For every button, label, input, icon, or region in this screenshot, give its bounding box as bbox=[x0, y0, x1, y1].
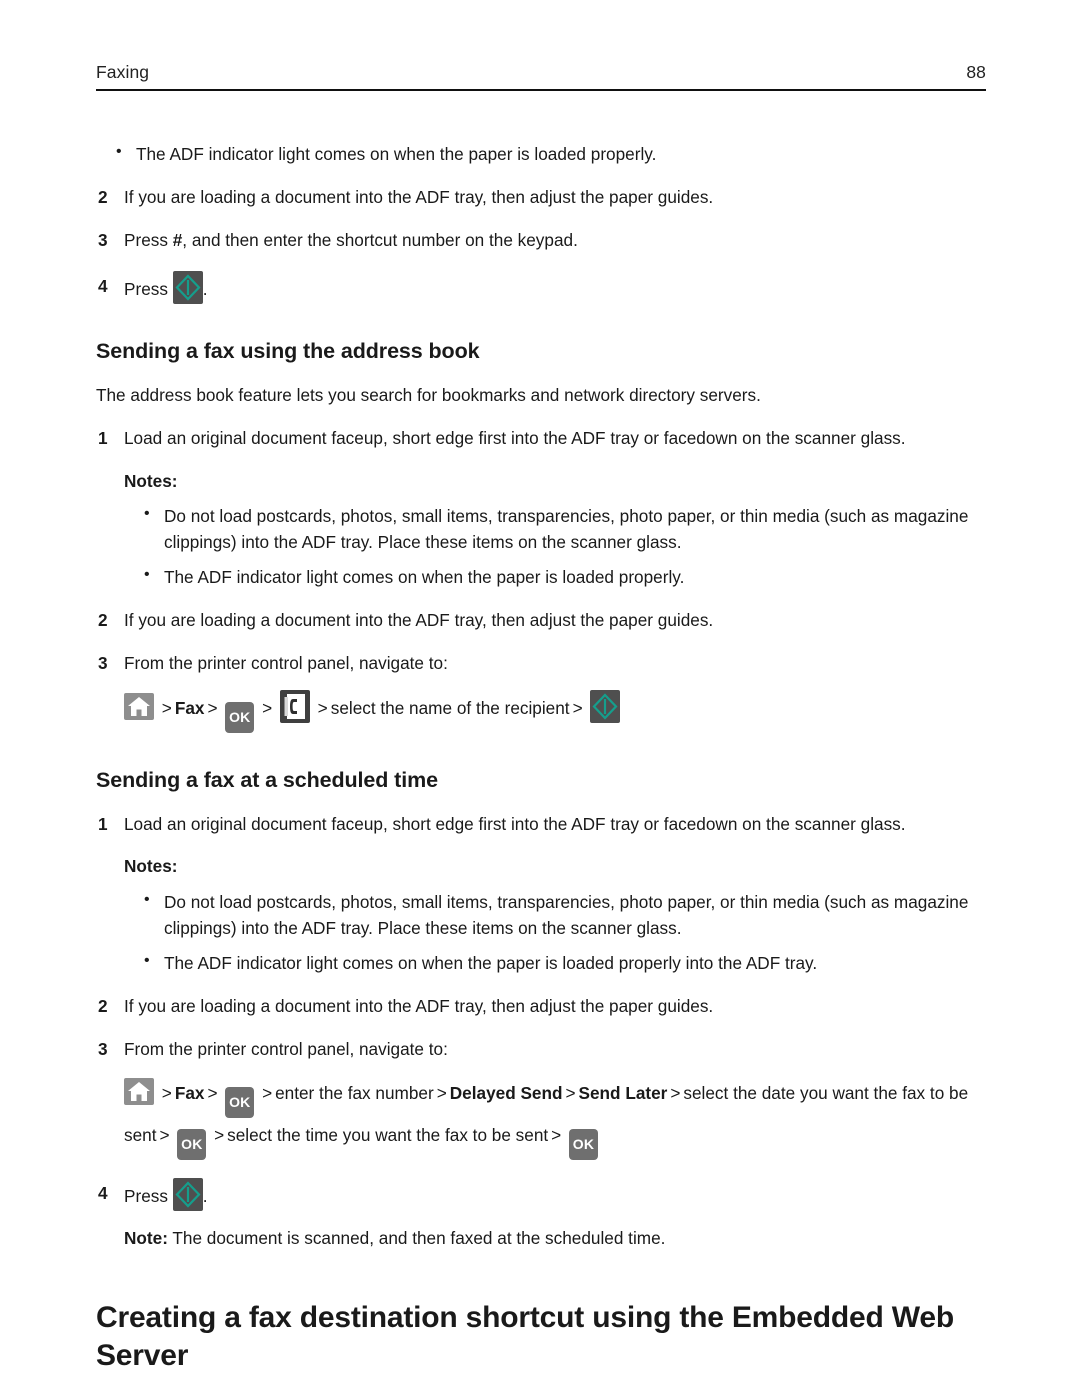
start-icon[interactable] bbox=[172, 1178, 203, 1212]
ok-button-icon[interactable]: OK bbox=[569, 1129, 598, 1161]
path-separator: > bbox=[670, 1083, 681, 1104]
list-item: 1 Load an original document faceup, shor… bbox=[96, 425, 996, 590]
chapter-intro-text: Assign a shortcut number to a single fax… bbox=[96, 1391, 996, 1397]
ok-button-icon[interactable]: OK bbox=[177, 1129, 207, 1161]
list-item: 3 From the printer control panel, naviga… bbox=[96, 1036, 996, 1062]
inline-note: Note: The document is scanned, and then … bbox=[124, 1225, 996, 1251]
list-item: 4 Press . bbox=[96, 1178, 996, 1212]
address-book-steps-list: 1 Load an original document faceup, shor… bbox=[96, 425, 996, 676]
header-divider bbox=[96, 89, 986, 91]
notes-list: Do not load postcards, photos, small ite… bbox=[142, 502, 996, 590]
ok-button-icon[interactable]: OK bbox=[225, 702, 255, 734]
hash-key-label: # bbox=[172, 230, 183, 251]
ok-button-icon[interactable]: OK bbox=[225, 1087, 255, 1119]
path-item-select-time: select the time you want the fax to be s… bbox=[227, 1125, 549, 1146]
list-item: 2 If you are loading a document into the… bbox=[96, 993, 996, 1019]
continued-steps-list: 2 If you are loading a document into the… bbox=[96, 184, 996, 253]
notes-label: Notes: bbox=[124, 470, 178, 491]
start-icon[interactable] bbox=[590, 690, 621, 724]
home-icon[interactable] bbox=[124, 693, 154, 721]
step-number: 2 bbox=[98, 996, 108, 1016]
step-text: If you are loading a document into the A… bbox=[124, 996, 714, 1016]
section-intro-text: The address book feature lets you search… bbox=[96, 385, 761, 406]
path-item-delayed-send[interactable]: Delayed Send bbox=[450, 1083, 563, 1103]
document-page: Faxing 88 The ADF indicator light comes … bbox=[0, 0, 1080, 1397]
scheduled-steps-list: 1 Load an original document faceup, shor… bbox=[96, 811, 996, 1062]
path-separator: > bbox=[207, 698, 218, 719]
path-item-enter-fax-number: enter the fax number bbox=[275, 1083, 434, 1104]
list-item: The ADF indicator light comes on when th… bbox=[142, 949, 996, 976]
page-number: 88 bbox=[966, 62, 986, 82]
chapter-heading-ews: Creating a fax destination shortcut usin… bbox=[96, 1301, 954, 1372]
address-book-icon[interactable] bbox=[279, 690, 310, 724]
path-separator: > bbox=[214, 1125, 225, 1146]
path-separator: > bbox=[207, 1083, 218, 1104]
step-number: 2 bbox=[98, 610, 108, 631]
step-number: 3 bbox=[98, 230, 108, 251]
path-item-recipient: select the name of the recipient bbox=[330, 698, 570, 719]
period: . bbox=[202, 1186, 208, 1207]
list-item: The ADF indicator light comes on when th… bbox=[142, 563, 996, 590]
path-item-fax[interactable]: Fax bbox=[175, 698, 205, 718]
note-label: Note: bbox=[124, 1228, 168, 1249]
step-text: Load an original document faceup, short … bbox=[124, 428, 906, 449]
home-icon[interactable] bbox=[124, 1078, 154, 1106]
notes-label: Notes: bbox=[124, 856, 178, 877]
step-text-part-a: Press bbox=[124, 230, 173, 251]
list-item: 3 From the printer control panel, naviga… bbox=[96, 650, 996, 676]
step-number: 4 bbox=[98, 276, 108, 297]
navigation-path-scheduled: > Fax > OK > enter the fax number > Delayed S… bbox=[124, 1076, 996, 1161]
path-item-send-later[interactable]: Send Later bbox=[579, 1083, 668, 1103]
path-separator: > bbox=[262, 698, 273, 719]
section-heading-scheduled-time: Sending a fax at a scheduled time bbox=[96, 768, 438, 793]
path-item-fax[interactable]: Fax bbox=[175, 1083, 205, 1103]
step-number: 1 bbox=[98, 814, 108, 835]
step-text: From the printer control panel, navigate… bbox=[124, 1039, 448, 1060]
path-separator: > bbox=[159, 1125, 170, 1146]
step-text: Load an original document faceup, short … bbox=[124, 814, 906, 835]
period: . bbox=[202, 279, 208, 300]
list-item: Do not load postcards, photos, small ite… bbox=[142, 502, 996, 555]
path-separator: > bbox=[317, 698, 328, 719]
path-separator: > bbox=[436, 1083, 447, 1104]
section-heading-address-book: Sending a fax using the address book bbox=[96, 339, 480, 364]
list-item: 1 Load an original document faceup, shor… bbox=[96, 811, 996, 976]
press-label: Press bbox=[124, 1186, 168, 1207]
path-separator: > bbox=[551, 1125, 562, 1146]
list-item: The ADF indicator light comes on when th… bbox=[114, 140, 996, 167]
step-number: 4 bbox=[98, 1183, 108, 1204]
step-text-part-b: , and then enter the shortcut number on … bbox=[182, 230, 578, 251]
path-separator: > bbox=[161, 1083, 172, 1104]
page-content: The ADF indicator light comes on when th… bbox=[96, 132, 996, 1397]
path-separator: > bbox=[565, 1083, 576, 1104]
step-number: 3 bbox=[98, 653, 108, 674]
notes-list: Do not load postcards, photos, small ite… bbox=[142, 888, 996, 976]
list-item: 2 If you are loading a document into the… bbox=[96, 184, 996, 210]
continued-notes-list: The ADF indicator light comes on when th… bbox=[114, 140, 996, 167]
step-text: If you are loading a document into the A… bbox=[124, 610, 714, 631]
list-item: 2 If you are loading a document into the… bbox=[96, 607, 996, 633]
step-number: 2 bbox=[98, 187, 108, 208]
start-icon[interactable] bbox=[172, 271, 203, 305]
list-item: 3 Press #, and then enter the shortcut n… bbox=[96, 227, 996, 253]
step-number: 1 bbox=[98, 428, 108, 449]
press-label: Press bbox=[124, 279, 168, 300]
step-number: 3 bbox=[98, 1039, 108, 1060]
path-separator: > bbox=[572, 698, 583, 719]
page-header: Faxing 88 bbox=[96, 62, 986, 91]
list-item: 4 Press . bbox=[96, 271, 996, 305]
note-text: The document is scanned, and then faxed … bbox=[167, 1228, 666, 1249]
navigation-path-address-book: > Fax > OK > > select the name of the recip… bbox=[124, 690, 996, 734]
step-text: From the printer control panel, navigate… bbox=[124, 653, 448, 674]
step-text: If you are loading a document into the A… bbox=[124, 187, 714, 208]
header-chapter-title: Faxing bbox=[96, 62, 150, 82]
list-item: Do not load postcards, photos, small ite… bbox=[142, 888, 996, 941]
path-separator: > bbox=[161, 698, 172, 719]
path-separator: > bbox=[262, 1083, 273, 1104]
